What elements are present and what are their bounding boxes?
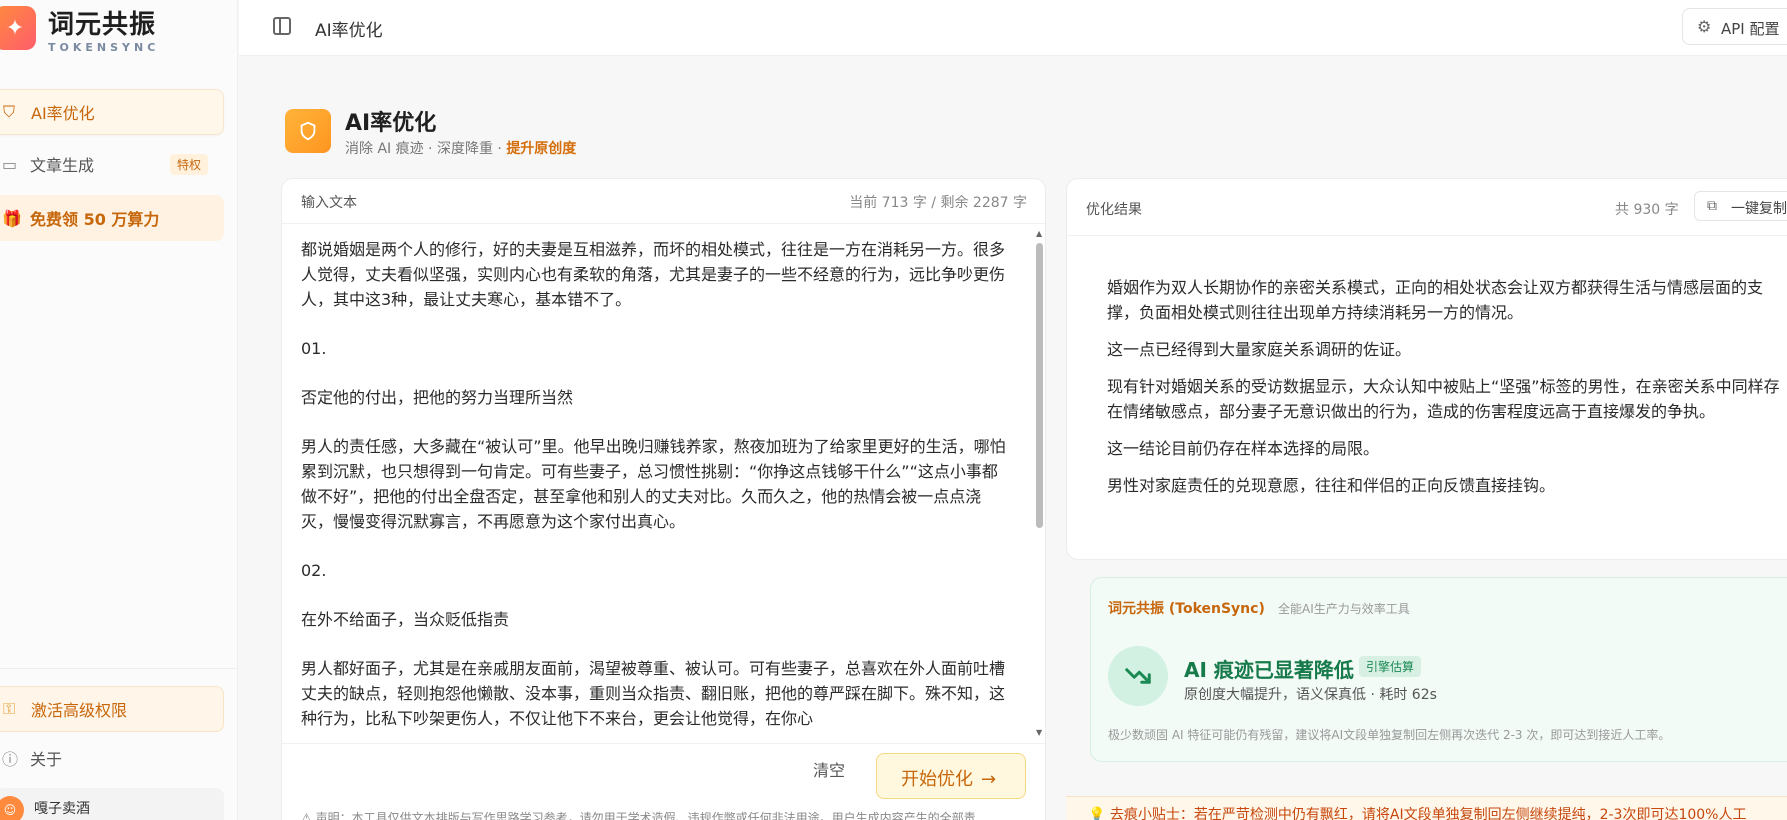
sparkle-logo-icon: ✦ bbox=[0, 6, 36, 50]
gear-icon: ⚙ bbox=[1697, 17, 1712, 36]
brand-subtitle: TOKENSYNC bbox=[48, 41, 160, 54]
sidebar-item-label: 免费领 50 万算力 bbox=[30, 210, 160, 229]
sidebar-item-label: 文章生成 bbox=[30, 156, 95, 175]
sidebar: ✦ 词元共振 TOKENSYNC ⛉ AI率优化 ▭ 文章生成 特权 🎁 免费领… bbox=[0, 0, 238, 820]
gift-icon: 🎁 bbox=[2, 208, 22, 228]
page-title: AI率优化 bbox=[345, 111, 437, 136]
privilege-badge: 特权 bbox=[169, 154, 208, 175]
output-text: 婚姻作为双人长期协作的亲密关系模式，正向的相处状态会让双方都获得生活与情感层面的… bbox=[1107, 278, 1780, 495]
input-card: 输入文本 当前 713 字 / 剩余 2287 字 都说婚姻是两个人的修行，好的… bbox=[281, 178, 1046, 820]
sidebar-item-free-credits[interactable]: 🎁 免费领 50 万算力 bbox=[0, 195, 224, 241]
input-label: 输入文本 bbox=[301, 195, 357, 211]
sidebar-divider bbox=[0, 668, 238, 669]
clear-button[interactable]: 清空 bbox=[813, 757, 845, 781]
trend-down-icon bbox=[1108, 646, 1168, 706]
output-label: 优化结果 bbox=[1086, 202, 1142, 218]
brand-name: 词元共振 bbox=[48, 10, 157, 40]
arrow-right-icon: → bbox=[981, 769, 997, 790]
result-note: 极少数顽固 AI 特征可能仍有残留，建议将AI文段单独复制回左侧再次迭代 2-3… bbox=[1108, 728, 1671, 742]
info-icon: ⓘ bbox=[2, 750, 19, 769]
copy-all-button[interactable]: ⧉ 一键复制 bbox=[1694, 191, 1787, 221]
result-brand: 词元共振 (TokenSync) bbox=[1108, 601, 1265, 617]
scroll-down-icon[interactable]: ▼ bbox=[1036, 728, 1042, 737]
api-config-button[interactable]: ⚙ API 配置 bbox=[1682, 8, 1787, 45]
result-brand-sub: 全能AI生产力与效率工具 bbox=[1278, 602, 1410, 616]
start-optimize-button[interactable]: 开始优化 → bbox=[876, 753, 1026, 799]
scrollbar-thumb[interactable] bbox=[1036, 243, 1043, 528]
input-char-count: 当前 713 字 / 剩余 2287 字 bbox=[849, 195, 1027, 211]
user-profile[interactable]: ☺ 嘎子卖酒 bbox=[0, 788, 224, 820]
disclaimer: ⚠ 声明：本工具仅供文本排版与写作思路学习参考，请勿用于学术造假、违规作弊或任何… bbox=[301, 809, 976, 820]
result-summary-card: 词元共振 (TokenSync) 全能AI生产力与效率工具 AI 痕迹已显著降低… bbox=[1090, 577, 1787, 762]
page-subtitle: 消除 AI 痕迹 · 深度降重 · 提升原创度 bbox=[345, 141, 577, 157]
result-subtitle: 原创度大幅提升，语义保真低 · 耗时 62s bbox=[1184, 687, 1437, 703]
sidebar-item-ai-optimize[interactable]: ⛉ AI率优化 bbox=[0, 89, 224, 135]
shield-icon: ⛉ bbox=[3, 102, 16, 121]
result-title: AI 痕迹已显著降低 bbox=[1184, 658, 1354, 682]
key-icon: ⚿ bbox=[3, 699, 16, 718]
avatar: ☺ bbox=[0, 796, 24, 820]
document-icon: ▭ bbox=[2, 154, 18, 174]
api-config-label: API 配置 bbox=[1721, 20, 1780, 38]
sidebar-item-about[interactable]: ⓘ 关于 bbox=[0, 740, 224, 776]
header-title: AI率优化 bbox=[315, 21, 383, 41]
activate-premium-button[interactable]: ⚿ 激活高级权限 bbox=[0, 686, 224, 732]
sidebar-item-article-generate[interactable]: ▭ 文章生成 特权 bbox=[0, 141, 224, 187]
about-label: 关于 bbox=[30, 750, 63, 769]
output-char-count: 共 930 字 bbox=[1615, 202, 1679, 218]
sidebar-item-label: AI率优化 bbox=[31, 104, 95, 123]
engine-estimate-badge: 引擎估算 bbox=[1359, 656, 1422, 677]
user-name: 嘎子卖酒 bbox=[34, 801, 90, 817]
top-header: AI率优化 ⚙ API 配置 bbox=[239, 0, 1787, 56]
warning-icon: ⚠ bbox=[301, 811, 316, 820]
shield-icon bbox=[285, 109, 331, 153]
copy-icon: ⧉ bbox=[1707, 198, 1717, 214]
activate-label: 激活高级权限 bbox=[31, 701, 128, 720]
scrollbar[interactable]: ▲ ▼ bbox=[1034, 229, 1044, 737]
input-textarea[interactable]: 都说婚姻是两个人的修行，好的夫妻是互相滋养，而坏的相处模式，往往是一方在消耗另一… bbox=[301, 237, 1013, 735]
collapse-sidebar-icon[interactable] bbox=[273, 17, 291, 35]
tip-banner: 💡 去痕小贴士：若在严苛检测中仍有飘红，请将AI文段单独复制回左侧继续提纯，2-… bbox=[1066, 796, 1787, 820]
lightbulb-icon: 💡 bbox=[1088, 807, 1110, 820]
scroll-up-icon[interactable]: ▲ bbox=[1036, 229, 1042, 238]
